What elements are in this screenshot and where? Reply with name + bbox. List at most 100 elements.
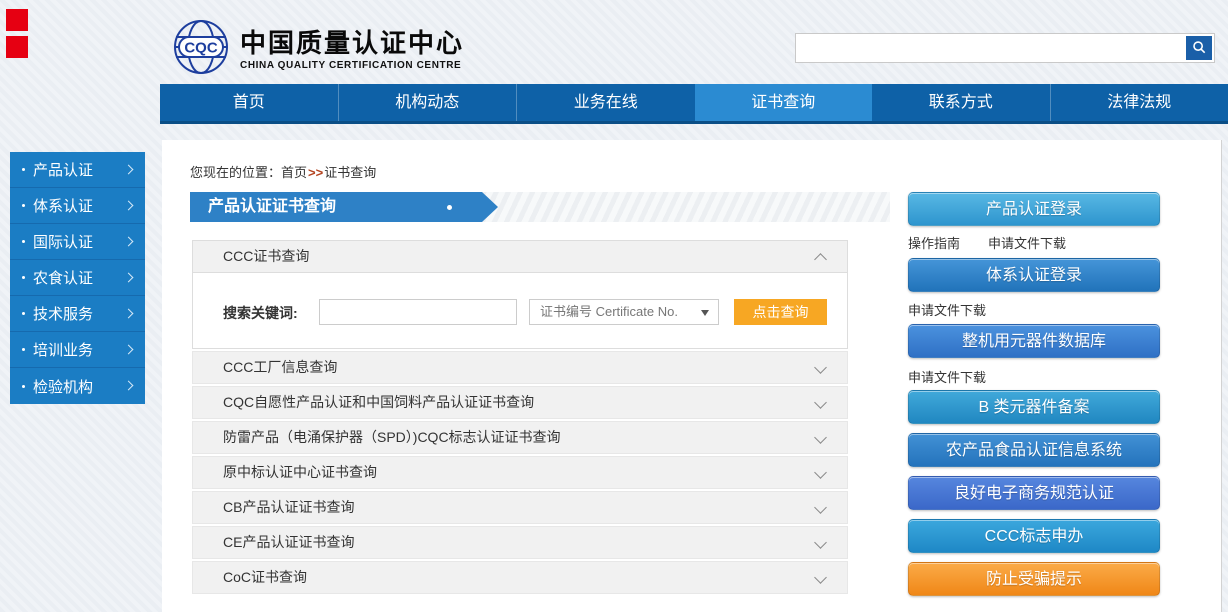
chevron-up-icon (814, 253, 827, 266)
links-after-product: 操作指南 申请文件下载 (908, 233, 1094, 252)
sidebar-item-label: 国际认证 (33, 231, 93, 252)
query-submit-button[interactable]: 点击查询 (734, 299, 827, 325)
accordion-row-former-cec[interactable]: 原中标认证中心证书查询 (192, 456, 848, 489)
site-search-input[interactable] (800, 35, 1184, 63)
sidebar-item-agrifood-cert[interactable]: 农食认证 (10, 260, 145, 296)
sidebar-item-product-cert[interactable]: 产品认证 (10, 152, 145, 188)
accordion-row-label: 防雷产品（电涌保护器（SPD）)CQC标志认证证书查询 (223, 429, 561, 445)
search-icon (1191, 39, 1207, 58)
page-title: 产品认证证书查询 (208, 198, 336, 215)
links-after-system: 申请文件下载 (908, 300, 1014, 319)
component-database-button[interactable]: 整机用元器件数据库 (908, 324, 1160, 358)
nav-tab-certificate-query[interactable]: 证书查询 (695, 84, 873, 121)
site-title: 中国质量认证中心 (240, 28, 464, 58)
fraud-prevention-button[interactable]: 防止受骗提示 (908, 562, 1160, 596)
accordion-row-ccc-factory[interactable]: CCC工厂信息查询 (192, 351, 848, 384)
product-cert-login-button[interactable]: 产品认证登录 (908, 192, 1160, 226)
main-nav: 首页 机构动态 业务在线 证书查询 联系方式 法律法规 (160, 84, 1228, 124)
right-quick-links: 产品认证登录 操作指南申请文件下载 体系认证登录 申请文件下载 整机用元器件数据… (908, 192, 1160, 602)
red-marker (6, 36, 28, 58)
chevron-down-icon (814, 466, 827, 479)
section-title-ribbon: 产品认证证书查询 (190, 192, 482, 222)
chevron-right-icon (124, 309, 134, 319)
keyword-label: 搜索关键词: (223, 303, 298, 323)
accordion-row-cqc-voluntary[interactable]: CQC自愿性产品认证和中国饲料产品认证证书查询 (192, 386, 848, 419)
breadcrumb-home-link[interactable]: 首页 (281, 165, 307, 180)
ribbon-dot-icon (447, 205, 452, 210)
chevron-down-icon (814, 431, 827, 444)
accordion-header-label: CCC证书查询 (223, 248, 309, 264)
chevron-right-icon (124, 345, 134, 355)
chevron-right-icon (124, 201, 134, 211)
page: CQC 中国质量认证中心 CHINA QUALITY CERTIFICATION… (0, 0, 1228, 612)
sidebar-item-label: 检验机构 (33, 376, 93, 397)
chevron-right-icon (124, 381, 134, 391)
ecommerce-standard-cert-button[interactable]: 良好电子商务规范认证 (908, 476, 1160, 510)
logo-text: 中国质量认证中心 CHINA QUALITY CERTIFICATION CEN… (240, 28, 464, 71)
main-content: 您现在的位置：首页>>证书查询 产品认证证书查询 CCC证书查询 搜索关键词: … (162, 140, 1222, 612)
breadcrumb-current: 证书查询 (324, 165, 376, 180)
chevron-down-icon (814, 361, 827, 374)
logo-acronym: CQC (184, 40, 218, 57)
search-type-select[interactable]: 证书编号 Certificate No. (529, 299, 719, 325)
chevron-down-icon (814, 396, 827, 409)
site-subtitle: CHINA QUALITY CERTIFICATION CENTRE (240, 60, 464, 71)
sidebar-item-system-cert[interactable]: 体系认证 (10, 188, 145, 224)
accordion-row-label: CB产品认证证书查询 (223, 499, 354, 515)
application-download-link[interactable]: 申请文件下载 (988, 236, 1066, 251)
bullet-icon (22, 348, 25, 351)
sidebar-item-inspection[interactable]: 检验机构 (10, 368, 145, 404)
sidebar-item-training[interactable]: 培训业务 (10, 332, 145, 368)
left-sidebar: 产品认证 体系认证 国际认证 农食认证 技术服务 培训业务 (10, 152, 145, 404)
application-download-link[interactable]: 申请文件下载 (908, 370, 986, 385)
sidebar-item-tech-service[interactable]: 技术服务 (10, 296, 145, 332)
ribbon-arrow-icon (482, 192, 498, 222)
bullet-icon (22, 240, 25, 243)
chevron-right-icon (124, 165, 134, 175)
nav-tab-news[interactable]: 机构动态 (338, 84, 517, 121)
nav-tab-online[interactable]: 业务在线 (516, 84, 695, 121)
system-cert-login-button[interactable]: 体系认证登录 (908, 258, 1160, 292)
bullet-icon (22, 276, 25, 279)
accordion-row-label: CQC自愿性产品认证和中国饲料产品认证证书查询 (223, 394, 534, 410)
accordion-row-cb[interactable]: CB产品认证证书查询 (192, 491, 848, 524)
chevron-right-icon (124, 273, 134, 283)
accordion-row-label: 原中标认证中心证书查询 (223, 464, 377, 480)
sidebar-item-label: 培训业务 (33, 339, 93, 360)
accordion-row-label: CE产品认证证书查询 (223, 534, 354, 550)
search-type-selected-value: 证书编号 Certificate No. (540, 304, 678, 319)
operation-guide-link[interactable]: 操作指南 (908, 236, 960, 251)
class-b-component-filing-button[interactable]: B 类元器件备案 (908, 390, 1160, 424)
sidebar-item-international-cert[interactable]: 国际认证 (10, 224, 145, 260)
keyword-input[interactable] (319, 299, 517, 325)
accordion-header-ccc-cert[interactable]: CCC证书查询 (192, 240, 848, 273)
ccc-search-panel: 搜索关键词: 证书编号 Certificate No. 点击查询 (192, 273, 848, 349)
ccc-mark-application-button[interactable]: CCC标志申办 (908, 519, 1160, 553)
application-download-link[interactable]: 申请文件下载 (908, 303, 986, 318)
chevron-down-icon (814, 501, 827, 514)
bullet-icon (22, 312, 25, 315)
accordion-row-coc[interactable]: CoC证书查询 (192, 561, 848, 594)
chevron-down-icon (814, 571, 827, 584)
chevron-right-icon (124, 237, 134, 247)
cqc-logo[interactable]: CQC 中国质量认证中心 CHINA QUALITY CERTIFICATION… (172, 18, 464, 81)
links-after-database: 申请文件下载 (908, 367, 1014, 386)
accordion-row-spd[interactable]: 防雷产品（电涌保护器（SPD）)CQC标志认证证书查询 (192, 421, 848, 454)
breadcrumb: 您现在的位置：首页>>证书查询 (190, 162, 376, 181)
agrifood-info-system-button[interactable]: 农产品食品认证信息系统 (908, 433, 1160, 467)
caret-down-icon (701, 310, 709, 316)
globe-icon: CQC (172, 18, 230, 81)
nav-tab-contact[interactable]: 联系方式 (872, 84, 1050, 121)
bullet-icon (22, 385, 25, 388)
nav-tab-home[interactable]: 首页 (160, 84, 338, 121)
sidebar-item-label: 体系认证 (33, 195, 93, 216)
sidebar-item-label: 技术服务 (33, 303, 93, 324)
nav-tab-laws[interactable]: 法律法规 (1050, 84, 1228, 121)
site-search-button[interactable] (1186, 36, 1212, 60)
breadcrumb-prefix: 您现在的位置： (190, 165, 281, 180)
accordion-row-label: CCC工厂信息查询 (223, 359, 337, 375)
query-accordion: CCC证书查询 搜索关键词: 证书编号 Certificate No. 点击查询… (192, 240, 848, 594)
accordion-row-ce[interactable]: CE产品认证证书查询 (192, 526, 848, 559)
bullet-icon (22, 168, 25, 171)
chevron-down-icon (814, 536, 827, 549)
